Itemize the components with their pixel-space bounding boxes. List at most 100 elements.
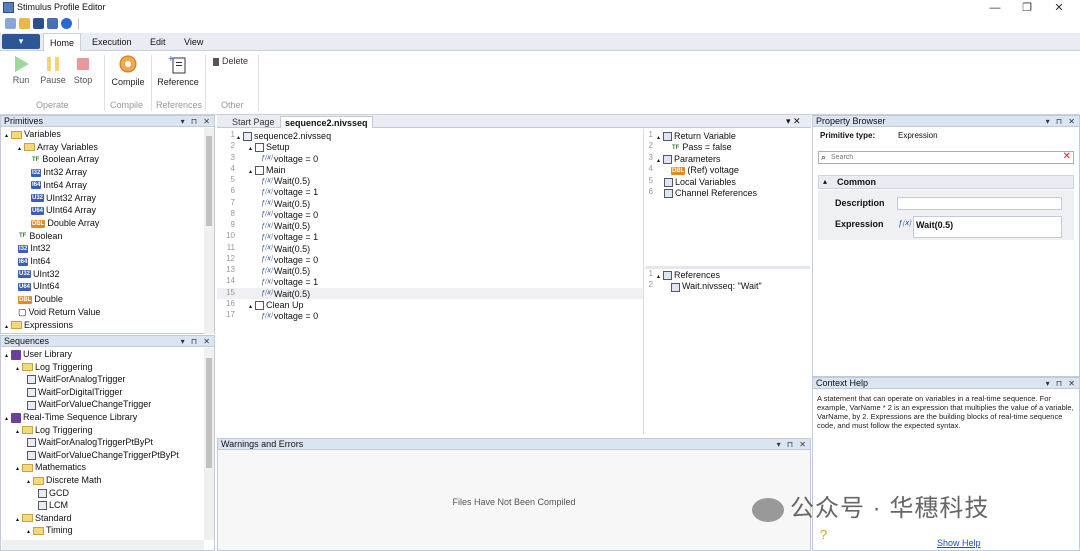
document-tab-controls[interactable]: ▾ ✕ (786, 116, 801, 127)
type-badge-icon: U32 (18, 270, 32, 279)
vars-item[interactable]: DBL (Ref) voltage (671, 164, 739, 176)
tab-start-page[interactable]: Start Page (228, 116, 279, 128)
expand-arrow-icon[interactable]: ▴ (249, 169, 252, 175)
expand-arrow-icon[interactable]: ▴ (16, 429, 19, 435)
open-icon[interactable] (19, 18, 30, 29)
sequence-label: Real-Time Sequence Library (23, 412, 138, 422)
sequence-item[interactable]: WaitForValueChangeTriggerPtByPt (27, 449, 179, 461)
sequence-item[interactable]: WaitForAnalogTrigger (27, 373, 125, 385)
variables-tree: 1 ▴ Return Variable 2 TF Pass = false 3 ▴ Parame… (645, 130, 810, 260)
primitive-item[interactable]: DBL Double (18, 293, 63, 305)
expand-arrow-icon[interactable]: ▴ (249, 146, 252, 152)
property-search[interactable]: ⌕ ✕ (818, 151, 1074, 164)
primitive-label: Double Array (47, 217, 100, 228)
ribbon-separator (258, 55, 259, 111)
sequence-item[interactable]: ▴ Timing (27, 524, 73, 538)
tab-home[interactable]: Home (43, 33, 82, 51)
primitives-scrollbar[interactable] (204, 128, 214, 334)
sequences-panel-controls[interactable]: ▾ ⊓ ✕ (181, 336, 212, 347)
expand-arrow-icon[interactable]: ▴ (249, 304, 252, 310)
expand-arrow-icon[interactable]: ▴ (27, 529, 30, 535)
expand-arrow-icon[interactable]: ▴ (657, 274, 660, 280)
tab-view[interactable]: View (178, 33, 209, 51)
type-badge-icon: I64 (31, 181, 42, 190)
run-button[interactable]: Run (8, 55, 34, 85)
primitive-label: Boolean (29, 230, 63, 241)
save-all-icon[interactable] (47, 18, 58, 29)
sequences-hscrollbar[interactable] (2, 540, 204, 550)
tab-sequence2[interactable]: sequence2.nivsseq (280, 116, 373, 128)
minimize-button[interactable]: — (980, 0, 1010, 16)
warnings-panel-controls[interactable]: ▾ ⊓ ✕ (777, 439, 808, 450)
primitive-item[interactable]: I64 Int64 Array (31, 179, 87, 191)
expand-arrow-icon[interactable]: ▴ (18, 146, 21, 152)
ribbon-separator (205, 55, 206, 111)
sequence-item[interactable]: GCD (38, 487, 69, 499)
property-panel-controls[interactable]: ▾ ⊓ ✕ (1046, 116, 1077, 127)
expand-arrow-icon[interactable]: ▴ (16, 366, 19, 372)
expression-field[interactable]: Wait(0.5) (913, 216, 1062, 238)
primitive-item[interactable]: TF Boolean (18, 230, 62, 242)
compile-label: Compile (111, 77, 145, 87)
expand-arrow-icon[interactable]: ▴ (5, 416, 8, 422)
primitive-item[interactable]: TF Boolean Array (31, 153, 99, 165)
primitive-item[interactable]: U32 UInt32 (18, 268, 60, 280)
expand-arrow-icon[interactable]: ▴ (27, 479, 30, 485)
new-icon[interactable] (5, 18, 16, 29)
expand-arrow-icon[interactable]: ▴ (5, 133, 8, 139)
expand-arrow-icon[interactable]: ▴ (16, 466, 19, 472)
expand-arrow-icon[interactable]: ▴ (5, 324, 8, 330)
description-field[interactable] (897, 197, 1062, 210)
vars-item[interactable]: TF Pass = false (671, 141, 732, 153)
save-icon[interactable] (33, 18, 44, 29)
sequences-scrollbar[interactable] (204, 348, 214, 540)
sequence-item[interactable]: WaitForDigitalTrigger (27, 386, 122, 398)
clear-search-icon[interactable]: ✕ (1063, 151, 1071, 162)
close-button[interactable]: ✕ (1044, 0, 1074, 16)
type-badge-icon: U32 (31, 194, 45, 203)
context-help-panel: Context Help ▾ ⊓ ✕ A statement that can … (812, 377, 1080, 551)
refs-item[interactable]: Wait.nivsseq: "Wait" (671, 280, 762, 292)
compile-button[interactable]: Compile (108, 53, 148, 87)
context-panel-controls[interactable]: ▾ ⊓ ✕ (1046, 378, 1077, 389)
expand-arrow-icon[interactable]: ▴ (657, 135, 660, 141)
expand-arrow-icon[interactable]: ▴ (237, 135, 240, 141)
show-help-link[interactable]: Show Help (937, 538, 981, 548)
sequence-item[interactable]: WaitForValueChangeTrigger (27, 398, 151, 410)
line-number: 9 (230, 220, 235, 229)
expand-arrow-icon[interactable]: ▴ (5, 353, 8, 359)
primitive-item[interactable]: U64 UInt64 Array (31, 204, 96, 216)
code-block-icon (255, 165, 265, 175)
pause-button[interactable]: Pause (38, 55, 68, 85)
restore-button[interactable]: ❐ (1012, 0, 1042, 16)
primitive-item[interactable]: I32 Int32 Array (31, 166, 87, 178)
tab-edit[interactable]: Edit (144, 33, 172, 51)
primitive-item[interactable]: ▴ Expressions (5, 319, 73, 333)
stop-button[interactable]: Stop (70, 55, 96, 85)
primitive-item[interactable]: U32 UInt32 Array (31, 192, 96, 204)
vars-item[interactable]: Local Variables (657, 176, 736, 188)
primitive-item[interactable]: DBL Double Array (31, 217, 99, 229)
delete-button[interactable]: Delete (213, 56, 248, 66)
primitive-item[interactable]: I32 Int32 (18, 242, 50, 254)
expand-arrow-icon[interactable]: ▴ (657, 158, 660, 164)
primitives-panel-controls[interactable]: ▾ ⊓ ✕ (181, 116, 212, 127)
code-line[interactable]: ƒ⒳ voltage = 0 (261, 310, 318, 323)
primitive-item[interactable]: I64 Int64 (18, 255, 50, 267)
primitive-label: UInt64 Array (46, 205, 97, 216)
help-icon[interactable] (61, 18, 72, 29)
sequence-item[interactable]: WaitForAnalogTriggerPtByPt (27, 436, 153, 448)
expand-arrow-icon[interactable]: ▴ (16, 517, 19, 523)
primitive-type-label: Primitive type: (820, 131, 876, 140)
vars-item[interactable]: Channel References (657, 187, 757, 199)
svg-text:+: + (168, 54, 174, 65)
file-menu-button[interactable]: ▾ (2, 34, 40, 49)
primitive-item[interactable]: U64 UInt64 (18, 280, 60, 292)
sequence-item[interactable]: LCM (38, 499, 68, 511)
primitive-item[interactable]: ▢ Void Return Value (18, 306, 100, 319)
reference-button[interactable]: + Reference (154, 53, 202, 87)
common-section[interactable]: ▴ Common (818, 175, 1074, 189)
property-search-input[interactable] (831, 152, 1059, 163)
tab-execution[interactable]: Execution (86, 33, 138, 51)
ribbon-separator (104, 55, 105, 111)
